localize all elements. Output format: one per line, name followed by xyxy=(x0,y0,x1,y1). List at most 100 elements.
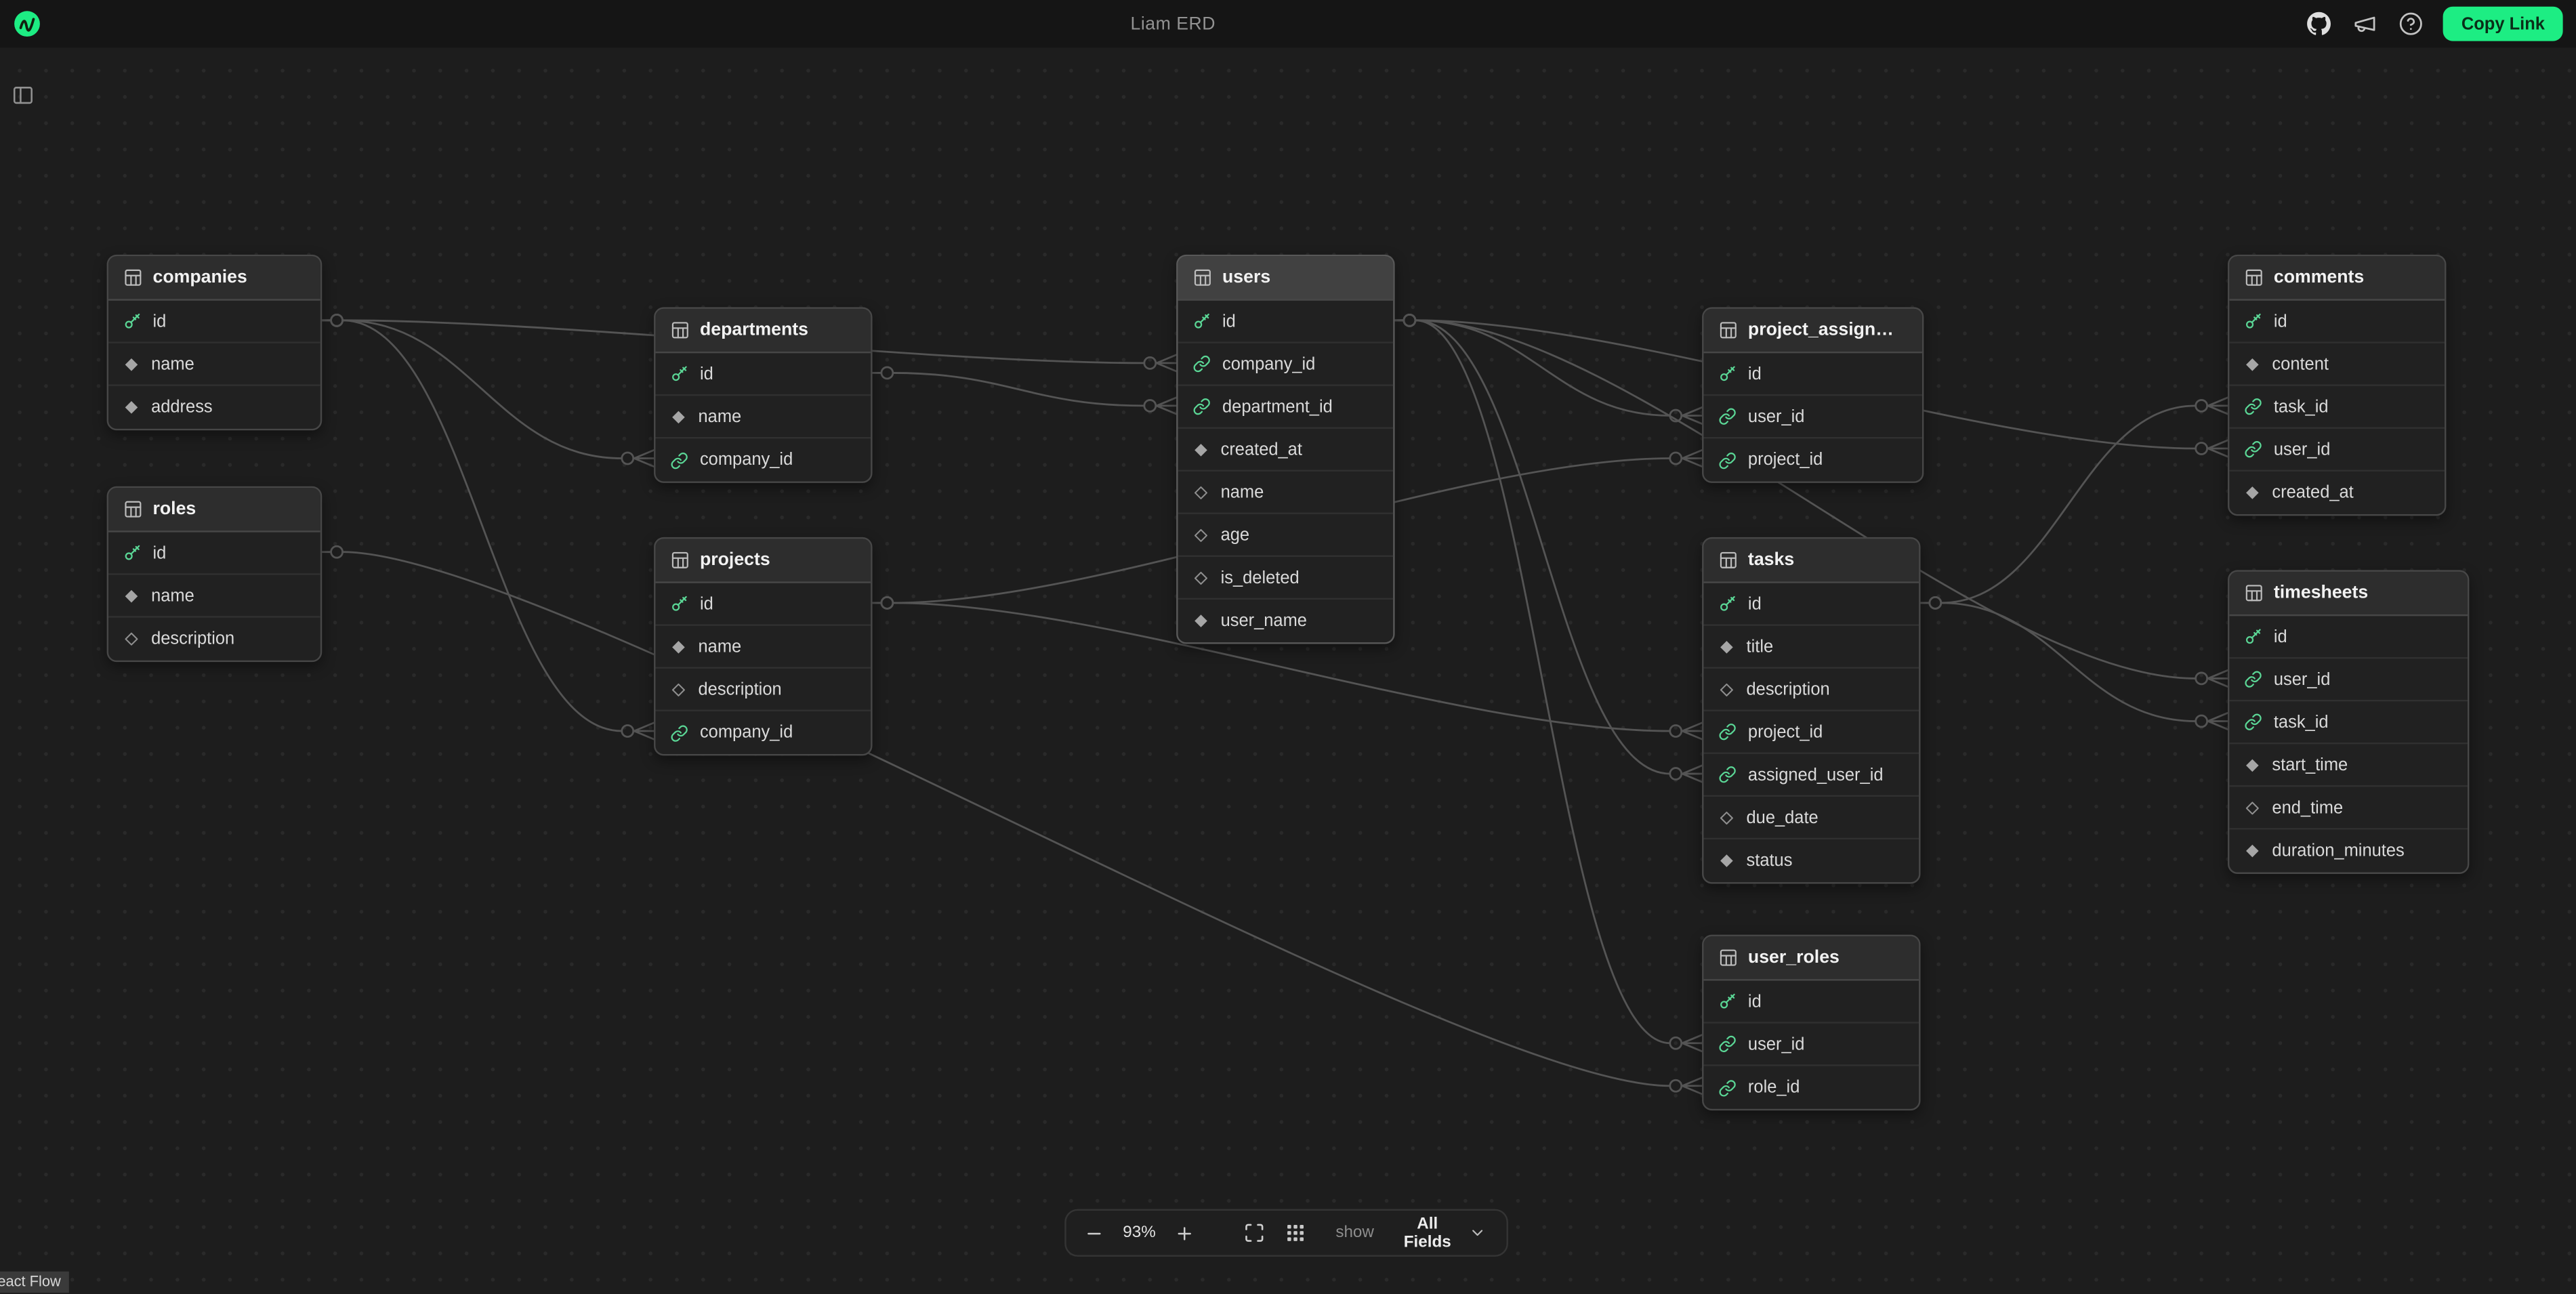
column-row-tasks-title[interactable]: title xyxy=(1703,626,1919,669)
table-node-departments[interactable]: departmentsidnamecompany_id xyxy=(654,307,872,482)
column-row-user_roles-user_id[interactable]: user_id xyxy=(1703,1024,1919,1066)
column-row-departments-company_id[interactable]: company_id xyxy=(655,438,871,481)
column-row-timesheets-start_time[interactable]: start_time xyxy=(2229,744,2468,787)
column-row-companies-id[interactable]: id xyxy=(108,301,320,343)
table-header[interactable]: companies xyxy=(108,256,320,300)
table-node-project_assignments[interactable]: project_assignme...iduser_idproject_id xyxy=(1702,307,1924,482)
column-row-project_assignments-user_id[interactable]: user_id xyxy=(1703,396,1921,438)
table-node-projects[interactable]: projectsidnamedescriptioncompany_id xyxy=(654,537,872,755)
table-header[interactable]: tasks xyxy=(1703,539,1919,583)
table-header[interactable]: roles xyxy=(108,488,320,532)
table-header[interactable]: user_roles xyxy=(1703,936,1919,980)
column-row-users-department_id[interactable]: department_id xyxy=(1178,386,1394,429)
erd-canvas[interactable] xyxy=(0,47,2576,1294)
table-header[interactable]: project_assignme... xyxy=(1703,309,1921,353)
table-node-timesheets[interactable]: timesheets id user_id task_id start_time end_… xyxy=(2228,570,2469,874)
reactflow-attribution[interactable]: React Flow xyxy=(0,1272,69,1293)
announcements-button[interactable] xyxy=(2351,10,2379,38)
column-row-roles-name[interactable]: name xyxy=(108,575,320,618)
column-row-companies-address[interactable]: address xyxy=(108,386,320,429)
table-node-user_roles[interactable]: user_rolesiduser_idrole_id xyxy=(1702,935,1920,1110)
column-row-companies-name[interactable]: name xyxy=(108,343,320,386)
canvas-toolbar: 93% show All Fields xyxy=(1064,1209,1508,1257)
zoom-in-button[interactable] xyxy=(1171,1219,1198,1246)
column-row-projects-company_id[interactable]: company_id xyxy=(655,711,871,754)
column-name: id xyxy=(2274,627,2287,646)
column-row-projects-id[interactable]: id xyxy=(655,583,871,626)
column-row-comments-id[interactable]: id xyxy=(2229,301,2445,343)
column-name: task_id xyxy=(2274,397,2329,417)
fit-view-button[interactable] xyxy=(1241,1219,1268,1247)
column-name: assigned_user_id xyxy=(1748,765,1884,785)
table-header[interactable]: projects xyxy=(655,539,871,583)
github-button[interactable] xyxy=(2305,10,2333,38)
column-row-project_assignments-id[interactable]: id xyxy=(1703,353,1921,396)
column-row-roles-description[interactable]: description xyxy=(108,618,320,661)
column-row-user_roles-id[interactable]: id xyxy=(1703,981,1919,1024)
table-node-tasks[interactable]: tasks idtitledescriptionproject_idassigne… xyxy=(1702,537,1920,884)
column-name: company_id xyxy=(1222,354,1315,374)
column-row-comments-task_id[interactable]: task_id xyxy=(2229,386,2445,429)
column-row-user_roles-role_id[interactable]: role_id xyxy=(1703,1066,1919,1109)
column-name: created_at xyxy=(2272,483,2353,503)
not-null-icon xyxy=(1718,638,1734,654)
column-row-comments-user_id[interactable]: user_id xyxy=(2229,429,2445,472)
column-row-projects-name[interactable]: name xyxy=(655,626,871,669)
column-row-users-name[interactable]: name xyxy=(1178,472,1394,514)
column-row-timesheets-task_id[interactable]: task_id xyxy=(2229,701,2468,744)
column-row-tasks-due_date[interactable]: due_date xyxy=(1703,797,1919,839)
table-title: companies xyxy=(153,268,247,287)
column-row-departments-name[interactable]: name xyxy=(655,396,871,438)
column-name: created_at xyxy=(1221,440,1302,459)
header-actions: Copy Link xyxy=(2305,7,2562,41)
column-row-tasks-project_id[interactable]: project_id xyxy=(1703,711,1919,754)
help-button[interactable] xyxy=(2397,10,2425,38)
column-row-timesheets-id[interactable]: id xyxy=(2229,616,2468,659)
table-node-comments[interactable]: commentsidcontent task_id user_id created_a… xyxy=(2228,255,2446,516)
primary-key-icon xyxy=(2244,312,2262,331)
column-name: due_date xyxy=(1747,808,1819,827)
table-header[interactable]: users xyxy=(1178,256,1394,300)
column-row-users-id[interactable]: id xyxy=(1178,301,1394,343)
table-node-users[interactable]: usersid company_id department_id created_at… xyxy=(1176,255,1394,644)
help-icon xyxy=(2399,12,2424,36)
column-row-tasks-id[interactable]: id xyxy=(1703,583,1919,626)
zoom-out-button[interactable] xyxy=(1081,1219,1107,1246)
fields-filter-dropdown[interactable]: All Fields xyxy=(1387,1211,1491,1254)
table-node-roles[interactable]: roles idnamedescription xyxy=(107,486,323,662)
column-row-roles-id[interactable]: id xyxy=(108,533,320,575)
table-icon xyxy=(1718,320,1738,340)
sidebar-toggle-button[interactable] xyxy=(10,82,37,113)
column-name: start_time xyxy=(2272,755,2348,774)
column-row-projects-description[interactable]: description xyxy=(655,669,871,711)
column-row-users-company_id[interactable]: company_id xyxy=(1178,343,1394,386)
column-row-timesheets-duration_minutes[interactable]: duration_minutes xyxy=(2229,829,2468,872)
table-title: timesheets xyxy=(2274,583,2368,603)
table-header[interactable]: comments xyxy=(2229,256,2445,300)
column-row-users-age[interactable]: age xyxy=(1178,514,1394,557)
table-icon xyxy=(2244,268,2264,287)
column-row-users-created_at[interactable]: created_at xyxy=(1178,429,1394,472)
column-row-comments-content[interactable]: content xyxy=(2229,343,2445,386)
column-row-tasks-status[interactable]: status xyxy=(1703,839,1919,882)
table-header[interactable]: timesheets xyxy=(2229,572,2468,616)
tidy-up-button[interactable] xyxy=(1281,1219,1309,1247)
column-row-tasks-description[interactable]: description xyxy=(1703,669,1919,711)
table-icon xyxy=(1192,268,1212,287)
column-row-timesheets-user_id[interactable]: user_id xyxy=(2229,659,2468,701)
column-row-timesheets-end_time[interactable]: end_time xyxy=(2229,787,2468,829)
table-header[interactable]: departments xyxy=(655,309,871,353)
table-title: roles xyxy=(153,499,196,519)
column-row-departments-id[interactable]: id xyxy=(655,353,871,396)
column-row-comments-created_at[interactable]: created_at xyxy=(2229,472,2445,514)
table-node-companies[interactable]: companies idnameaddress xyxy=(107,255,323,430)
table-title: tasks xyxy=(1748,550,1794,570)
copy-link-button[interactable]: Copy Link xyxy=(2443,7,2562,41)
column-name: user_id xyxy=(2274,669,2331,689)
column-row-tasks-assigned_user_id[interactable]: assigned_user_id xyxy=(1703,754,1919,797)
column-row-users-is_deleted[interactable]: is_deleted xyxy=(1178,557,1394,600)
column-row-project_assignments-project_id[interactable]: project_id xyxy=(1703,438,1921,481)
column-row-users-user_name[interactable]: user_name xyxy=(1178,600,1394,642)
not-null-icon xyxy=(2244,843,2260,859)
liam-logo[interactable] xyxy=(13,10,41,38)
